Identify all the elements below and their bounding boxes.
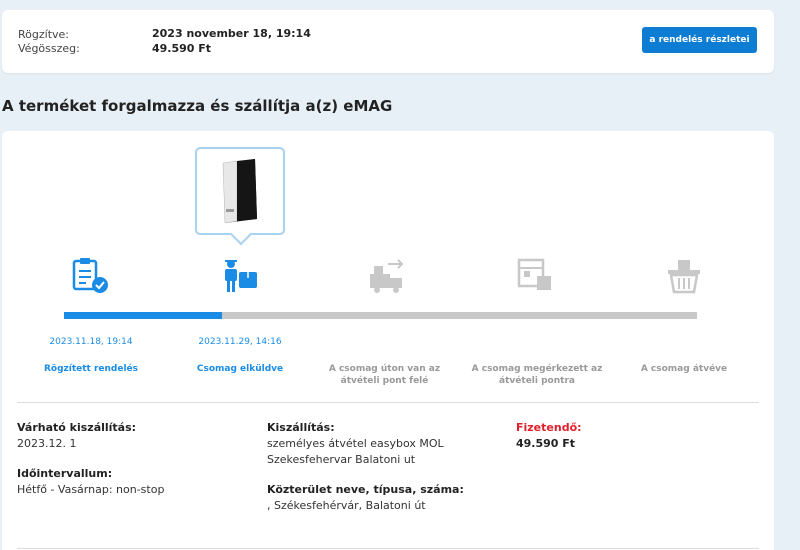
divider bbox=[17, 548, 759, 549]
delivery-info-column: Várható kiszállítás: 2023.12. 1 Időinter… bbox=[17, 420, 164, 498]
shipping-label: Kiszállítás: bbox=[267, 421, 335, 434]
step-date bbox=[610, 337, 758, 351]
shipping-info-column: Kiszállítás: személyes átvétel easybox M… bbox=[267, 420, 464, 514]
shipping-line-1: személyes átvétel easybox MOL bbox=[267, 437, 444, 450]
divider bbox=[17, 402, 759, 403]
clipboard-check-icon bbox=[72, 256, 112, 296]
payable-value: 49.590 Ft bbox=[516, 437, 576, 450]
section-title: A terméket forgalmazza és szállítja a(z)… bbox=[2, 97, 393, 115]
total-label: Végösszeg: bbox=[18, 42, 80, 55]
step-registered: 2023.11.18, 19:14 Rögzített rendelés bbox=[16, 337, 166, 375]
step-label: A csomag megérkezett az átvételi pontra bbox=[471, 364, 603, 386]
courier-package-icon bbox=[222, 256, 262, 296]
order-details-button[interactable]: a rendelés részletei bbox=[642, 27, 757, 53]
step-label: A csomag átvéve bbox=[640, 364, 728, 374]
interval-value: Hétfő - Vasárnap: non-stop bbox=[17, 483, 165, 496]
basket-icon bbox=[666, 256, 706, 296]
interval-label: Időintervallum: bbox=[17, 467, 113, 480]
expected-delivery-value: 2023.12. 1 bbox=[17, 437, 77, 450]
step-shipped: 2023.11.29, 14:16 Csomag elküldve bbox=[165, 337, 315, 375]
payment-info-column: Fizetendő: 49.590 Ft bbox=[516, 420, 582, 452]
shipment-tracking-card: 2023.11.18, 19:14 Rögzített rendelés 202… bbox=[2, 131, 774, 550]
step-label: A csomag úton van az átvételi pont felé bbox=[328, 364, 441, 386]
step-date: 2023.11.29, 14:16 bbox=[198, 337, 282, 347]
registered-label: Rögzítve: bbox=[18, 28, 69, 41]
total-value: 49.590 Ft bbox=[152, 42, 212, 55]
step-in-transit: A csomag úton van az átvételi pont felé bbox=[312, 337, 457, 387]
step-date bbox=[312, 337, 457, 351]
shipping-line-2: Szekesfehervar Balatoni ut bbox=[267, 453, 416, 466]
step-date bbox=[462, 337, 612, 351]
address-label: Közterület neve, típusa, száma: bbox=[267, 483, 464, 496]
delivery-truck-icon bbox=[368, 256, 408, 296]
payable-label: Fizetendő: bbox=[516, 421, 582, 434]
tracking-progress-bar bbox=[64, 312, 697, 319]
tracking-progress-fill bbox=[64, 312, 223, 319]
pickup-point-icon bbox=[517, 256, 557, 296]
address-value: , Székesfehérvár, Balatoni út bbox=[267, 499, 426, 512]
step-arrived: A csomag megérkezett az átvételi pontra bbox=[462, 337, 612, 387]
product-thumbnail[interactable] bbox=[195, 147, 285, 235]
step-label: Csomag elküldve bbox=[196, 364, 284, 374]
step-date: 2023.11.18, 19:14 bbox=[49, 337, 133, 347]
order-summary-card: Rögzítve: 2023 november 18, 19:14 Végöss… bbox=[2, 10, 774, 73]
step-picked-up: A csomag átvéve bbox=[610, 337, 758, 375]
pc-case-image bbox=[222, 159, 257, 224]
step-label: Rögzített rendelés bbox=[43, 364, 139, 374]
expected-delivery-label: Várható kiszállítás: bbox=[17, 421, 137, 434]
registered-value: 2023 november 18, 19:14 bbox=[152, 27, 311, 40]
